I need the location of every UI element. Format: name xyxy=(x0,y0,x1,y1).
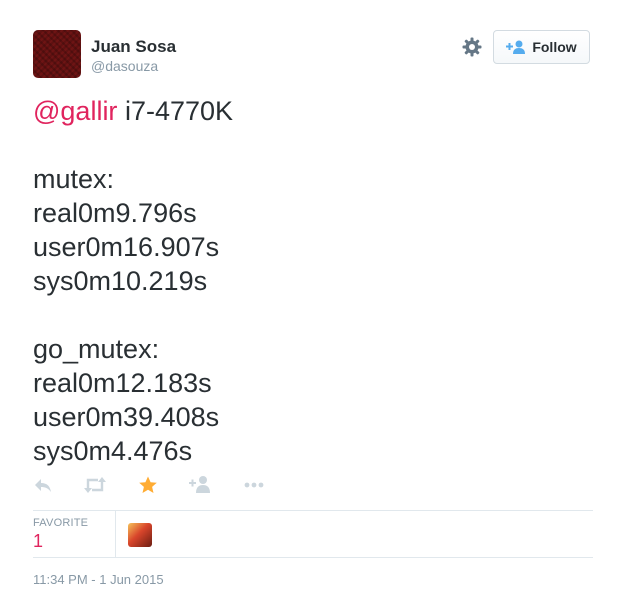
follow-button[interactable]: Follow xyxy=(493,30,590,64)
stats-divider xyxy=(115,511,116,557)
tweet-text: @gallir i7-4770K mutex: real0m9.796s use… xyxy=(33,94,593,468)
follow-icon[interactable] xyxy=(189,475,211,498)
tweet-body: i7-4770K mutex: real0m9.796s user0m16.90… xyxy=(33,96,234,466)
mention-link[interactable]: @gallir xyxy=(33,96,117,126)
favorite-star-icon[interactable] xyxy=(138,475,158,500)
display-name[interactable]: Juan Sosa xyxy=(91,37,176,57)
favorite-label: FAVORITE xyxy=(33,517,89,529)
divider xyxy=(33,510,593,511)
favoriter-avatar[interactable] xyxy=(128,523,152,547)
gear-icon[interactable] xyxy=(460,35,484,59)
favorite-count[interactable]: 1 xyxy=(33,531,43,552)
avatar[interactable] xyxy=(33,30,81,78)
add-user-icon xyxy=(506,40,526,54)
more-icon[interactable] xyxy=(243,475,265,500)
tweet-timestamp[interactable]: 11:34 PM - 1 Jun 2015 xyxy=(33,572,164,587)
divider xyxy=(33,557,593,558)
user-handle[interactable]: @dasouza xyxy=(91,58,158,74)
retweet-icon[interactable] xyxy=(83,475,107,500)
follow-label: Follow xyxy=(532,39,577,55)
reply-icon[interactable] xyxy=(33,475,53,500)
